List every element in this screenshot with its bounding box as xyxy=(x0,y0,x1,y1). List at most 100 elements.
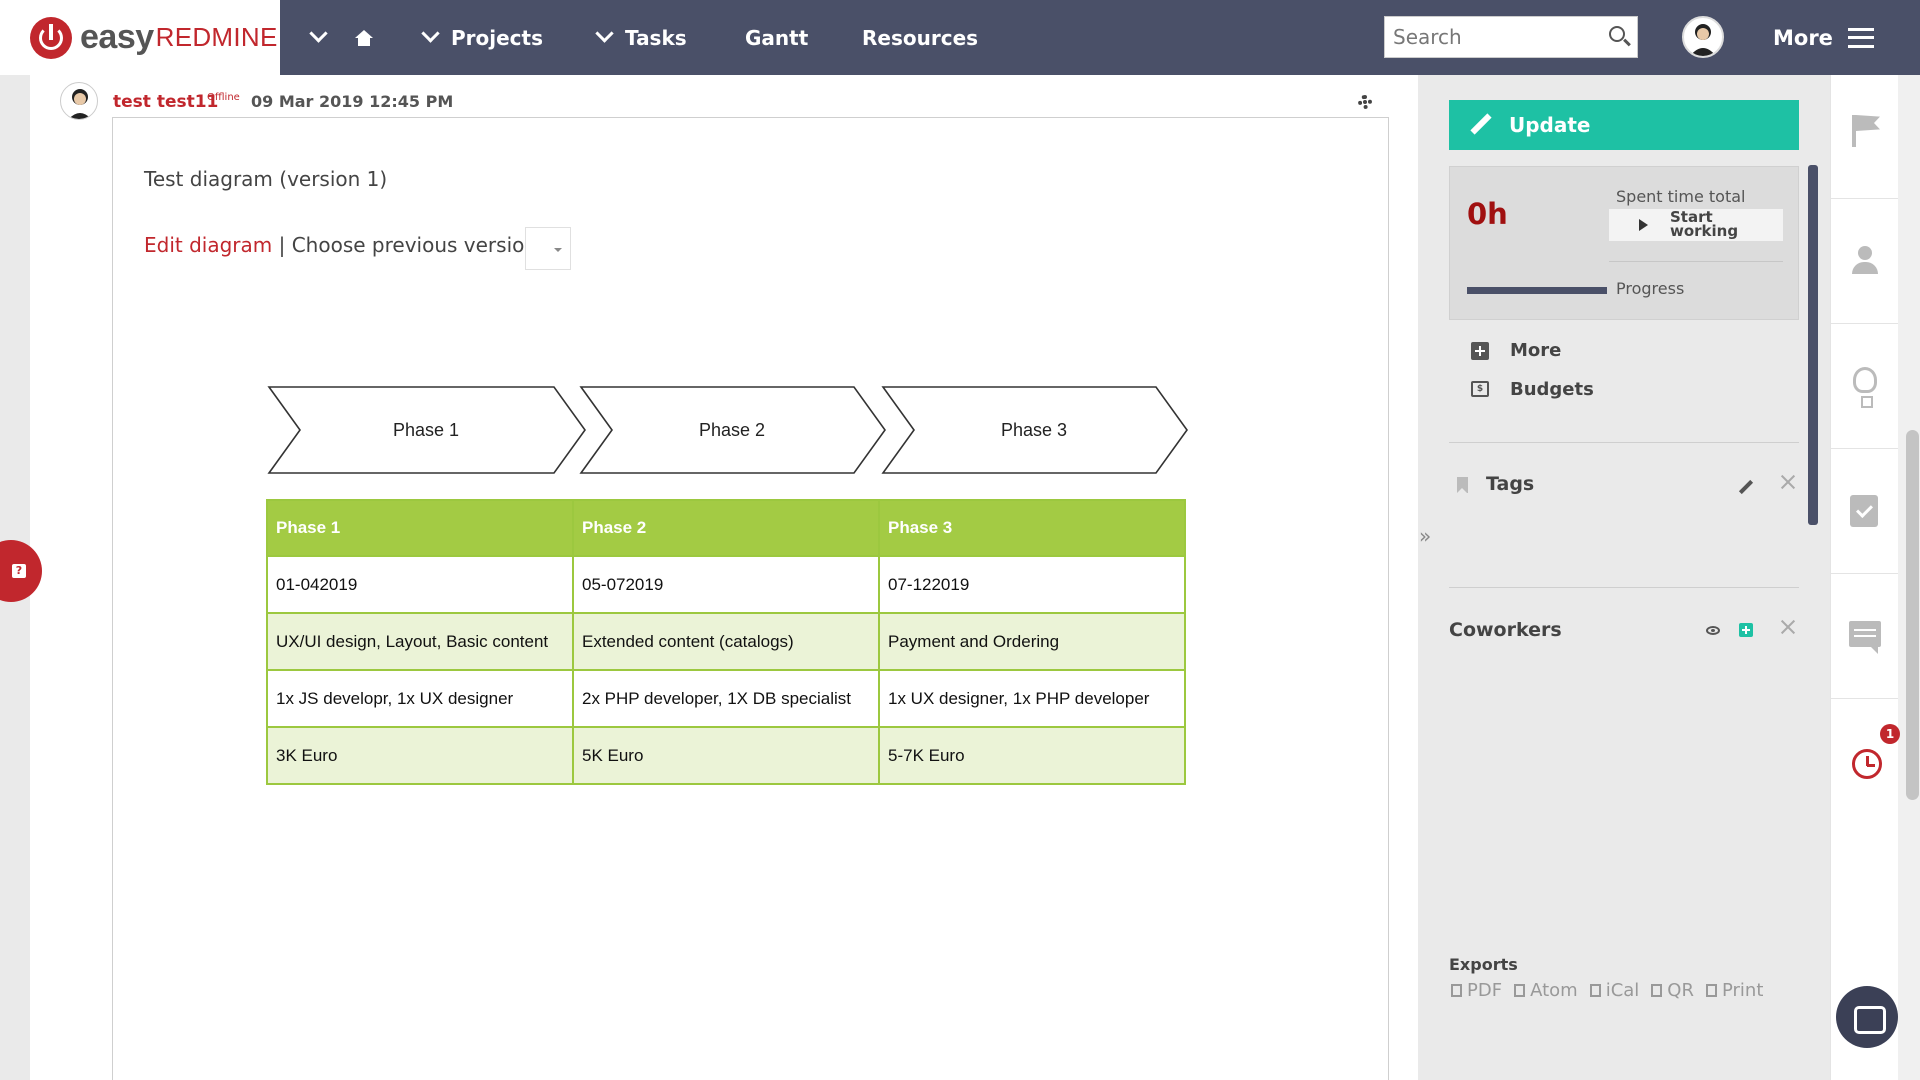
nav-tasks[interactable]: Tasks xyxy=(595,0,687,75)
user-avatar[interactable] xyxy=(1682,16,1724,58)
logo[interactable]: easy REDMINE xyxy=(0,0,280,75)
export-label: Print xyxy=(1721,980,1764,1001)
nav-resources-label: Resources xyxy=(862,25,979,50)
nav-projects[interactable]: Projects xyxy=(421,0,544,75)
rightbar-item-tasks[interactable] xyxy=(1830,450,1898,574)
export-label: PDF xyxy=(1467,980,1503,1001)
rightbar-item-user[interactable] xyxy=(1830,200,1898,324)
logo-icon xyxy=(30,16,72,59)
divider xyxy=(1449,587,1799,588)
qr-icon xyxy=(1651,984,1663,997)
table-row: 01-042019 05-072019 07-122019 xyxy=(266,555,1186,614)
page-scrollbar-thumb[interactable] xyxy=(1906,430,1919,800)
phase-table: Phase 1 Phase 2 Phase 3 01-042019 05-072… xyxy=(266,499,1186,785)
gear-icon[interactable] xyxy=(1358,95,1372,109)
chat-widget-button[interactable] xyxy=(1836,986,1898,1048)
add-coworker-icon[interactable] xyxy=(1739,623,1753,637)
rightbar-item-ideas[interactable] xyxy=(1830,325,1898,449)
nav-gantt[interactable]: Gantt xyxy=(745,0,808,75)
alarm-clock-icon[interactable] xyxy=(1852,749,1882,779)
person-icon xyxy=(1850,246,1880,276)
budgets-link[interactable]: Budgets xyxy=(1510,379,1594,400)
export-print[interactable]: Print xyxy=(1705,980,1764,1001)
edit-diagram-link[interactable]: Edit diagram xyxy=(144,233,272,257)
export-atom[interactable]: Atom xyxy=(1514,980,1578,1001)
table-cell: 5-7K Euro xyxy=(878,726,1186,785)
phase-chevron-1-label: Phase 1 xyxy=(393,420,459,440)
avatar-image xyxy=(1690,24,1716,56)
calendar-icon xyxy=(1589,984,1601,997)
help-icon: ? xyxy=(12,564,26,578)
status-badge: Offline xyxy=(207,92,240,103)
start-working-button[interactable]: Start working xyxy=(1609,209,1783,241)
export-pdf[interactable]: PDF xyxy=(1451,980,1502,1001)
atom-icon xyxy=(1514,984,1526,997)
nav-projects-label: Projects xyxy=(451,25,544,50)
close-icon[interactable] xyxy=(1781,620,1795,634)
sidebar-scrollbar[interactable] xyxy=(1808,165,1818,525)
more-menu-label[interactable]: More xyxy=(1773,26,1833,50)
export-ical[interactable]: iCal xyxy=(1589,980,1639,1001)
more-link[interactable]: More xyxy=(1510,340,1561,361)
table-cell: 5K Euro xyxy=(572,726,880,785)
table-cell: 2x PHP developer, 1X DB specialist xyxy=(572,669,880,728)
rightbar-item-flag[interactable] xyxy=(1830,75,1898,199)
spent-time-value: 0h xyxy=(1467,197,1508,231)
collapse-sidebar-toggle[interactable]: » xyxy=(1419,524,1431,548)
play-icon xyxy=(1639,219,1648,231)
separator: | xyxy=(272,233,292,257)
search-icon[interactable] xyxy=(1609,26,1625,42)
table-header-cell: Phase 1 xyxy=(266,499,574,557)
spent-time-label: Spent time total xyxy=(1616,187,1746,206)
home-icon[interactable] xyxy=(355,29,373,46)
choose-version-label: Choose previous version: xyxy=(291,233,544,257)
table-cell: 07-122019 xyxy=(878,555,1186,614)
rightbar-item-comments[interactable] xyxy=(1830,575,1898,699)
search-input[interactable] xyxy=(1393,25,1593,49)
close-icon[interactable] xyxy=(1781,475,1795,489)
divider xyxy=(1609,261,1783,262)
table-cell: 01-042019 xyxy=(266,555,574,614)
tags-title: Tags xyxy=(1486,473,1535,495)
divider xyxy=(1449,442,1799,443)
table-cell: 1x JS developr, 1x UX designer xyxy=(266,669,574,728)
clipboard-check-icon xyxy=(1850,495,1878,527)
phase-chevron-3-label: Phase 3 xyxy=(1001,420,1067,440)
author-name[interactable]: test test11 xyxy=(113,92,218,112)
update-button[interactable]: Update xyxy=(1449,100,1799,150)
table-row: UX/UI design, Layout, Basic content Exte… xyxy=(266,612,1186,671)
version-select[interactable] xyxy=(525,227,571,270)
author-avatar[interactable] xyxy=(60,82,98,120)
progress-bar xyxy=(1467,287,1607,294)
pencil-icon xyxy=(1469,114,1491,136)
export-qr[interactable]: QR xyxy=(1651,980,1694,1001)
table-cell: 1x UX designer, 1x PHP developer xyxy=(878,669,1186,728)
table-cell: Extended content (catalogs) xyxy=(572,612,880,671)
print-icon xyxy=(1705,984,1717,997)
flag-icon xyxy=(1852,115,1856,147)
phase-chevron-1[interactable]: Phase 1 xyxy=(267,386,586,474)
search-field[interactable] xyxy=(1384,16,1638,58)
eye-icon[interactable] xyxy=(1706,626,1720,635)
plus-icon xyxy=(1471,342,1489,360)
budget-icon: $ xyxy=(1471,381,1489,397)
nav-gantt-label: Gantt xyxy=(745,25,809,50)
menu-toggle[interactable] xyxy=(309,0,373,75)
table-header-cell: Phase 3 xyxy=(878,499,1186,557)
hamburger-menu-icon[interactable] xyxy=(1848,28,1874,48)
export-label: Atom xyxy=(1530,980,1578,1001)
pdf-icon xyxy=(1451,984,1462,997)
progress-label: Progress xyxy=(1616,279,1685,298)
phase-chevron-3[interactable]: Phase 3 xyxy=(881,386,1188,474)
table-row: 1x JS developr, 1x UX designer 2x PHP de… xyxy=(266,669,1186,728)
nav-resources[interactable]: Resources xyxy=(862,0,978,75)
nav-tasks-label: Tasks xyxy=(625,25,687,50)
phase-chevron-2[interactable]: Phase 2 xyxy=(579,386,886,474)
chevron-down-icon xyxy=(421,24,440,43)
exports-list: PDF Atom iCal QR Print xyxy=(1451,980,1771,1001)
logo-text-easy: easy xyxy=(80,18,154,56)
time-tracking-card: 0h Spent time total Start working Progre… xyxy=(1449,166,1799,320)
table-header-row: Phase 1 Phase 2 Phase 3 xyxy=(266,499,1186,557)
table-header-cell: Phase 2 xyxy=(572,499,880,557)
table-cell: Payment and Ordering xyxy=(878,612,1186,671)
